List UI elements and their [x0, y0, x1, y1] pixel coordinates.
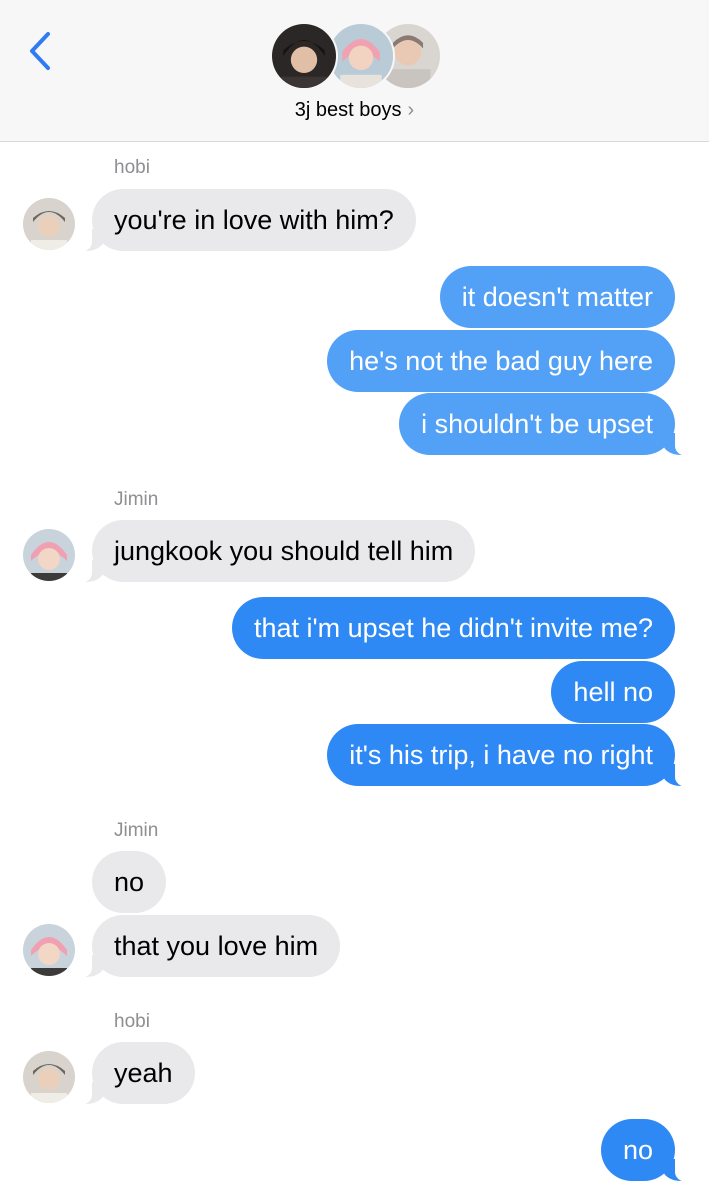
group-name-button[interactable]: 3j best boys ›: [0, 99, 709, 122]
sender-name: hobi: [114, 157, 150, 178]
conversation-header: 3j best boys ›: [0, 0, 709, 142]
group-name: 3j best boys: [294, 99, 402, 121]
sender-name: Jimin: [114, 489, 159, 510]
message-text: hell no: [573, 677, 653, 707]
avatar: [270, 22, 338, 90]
message-text: it doesn't matter: [461, 282, 653, 312]
message-bubble-incoming[interactable]: you're in love with him?: [78, 189, 416, 252]
avatar: [23, 529, 75, 581]
message-text: jungkook you should tell him: [114, 536, 454, 566]
message-bubble-outgoing[interactable]: no: [600, 1119, 689, 1182]
avatar: [23, 198, 75, 250]
message-bubble-outgoing[interactable]: i shouldn't be upset: [399, 393, 689, 456]
avatar: [23, 1051, 75, 1103]
message-text: he's not the bad guy here: [349, 346, 653, 376]
message-bubble-outgoing[interactable]: that i'm upset he didn't invite me?: [231, 597, 675, 659]
message-bubble-incoming[interactable]: that you love him: [78, 915, 341, 978]
message-text: no: [114, 867, 145, 897]
message-text: you're in love with him?: [114, 205, 394, 235]
message-text: no: [622, 1135, 653, 1165]
avatar: [23, 924, 75, 976]
message-text: i shouldn't be upset: [421, 409, 653, 439]
message-bubble-outgoing[interactable]: hell no: [551, 661, 675, 723]
chevron-right-icon: ›: [407, 99, 415, 121]
sender-name: hobi: [114, 1011, 150, 1032]
back-button[interactable]: [26, 30, 56, 72]
message-bubble-incoming[interactable]: yeah: [78, 1042, 195, 1105]
message-bubble-outgoing[interactable]: it doesn't matter: [439, 266, 675, 328]
message-bubble-incoming[interactable]: no: [92, 851, 167, 913]
message-text: it's his trip, i have no right: [349, 740, 653, 770]
message-text: yeah: [114, 1058, 173, 1088]
back-chevron-icon: [30, 32, 50, 70]
message-text: that you love him: [114, 931, 319, 961]
message-bubble-incoming[interactable]: jungkook you should tell him: [78, 520, 476, 583]
message-bubble-outgoing[interactable]: it's his trip, i have no right: [327, 724, 689, 787]
group-avatar-stack[interactable]: [270, 22, 450, 92]
sender-name: Jimin: [114, 820, 159, 841]
message-text: that i'm upset he didn't invite me?: [253, 613, 653, 643]
message-bubble-outgoing[interactable]: he's not the bad guy here: [327, 330, 675, 392]
